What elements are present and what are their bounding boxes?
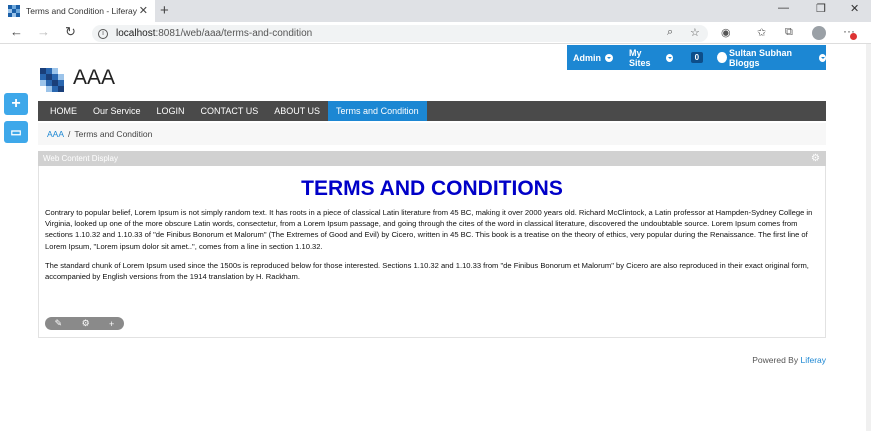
browser-tab-title: Terms and Condition - Liferay [26,6,138,16]
powered-by: Powered By Liferay [752,355,826,365]
gear-icon[interactable]: ⚙ [82,318,90,329]
url-path: :8081/web/aaa/terms-and-condition [155,28,313,39]
powered-by-label: Powered By [752,355,799,365]
favorites-icon[interactable]: ✩ [757,26,766,39]
monitor-icon[interactable]: ▭ [4,121,28,143]
nav-item-contact-us[interactable]: CONTACT US [193,101,267,121]
content-toolbar: ✎ ⚙ + [45,317,124,330]
web-content-display: TERMS AND CONDITIONS Contrary to popular… [38,166,826,338]
add-icon[interactable]: + [109,319,114,329]
site-logo[interactable] [40,68,64,92]
nav-item-terms-and-condition[interactable]: Terms and Condition [328,101,427,121]
content-paragraph: Contrary to popular belief, Lorem Ipsum … [45,208,813,251]
minimize-icon[interactable]: — [778,2,789,14]
nav-item-our-service[interactable]: Our Service [85,101,149,121]
profile-avatar[interactable] [812,26,826,40]
site-title: AAA [73,66,116,89]
portlet-header: Web Content Display ⚙ [38,151,826,166]
my-sites-label: My Sites [629,47,651,68]
browser-tab[interactable]: Terms and Condition - Liferay ✕ [0,0,155,22]
info-icon[interactable]: i [98,28,108,39]
notification-count-badge: 0 [690,52,704,63]
back-arrow-icon[interactable]: ← [10,24,23,39]
restore-icon[interactable]: ❐ [816,2,826,15]
close-icon[interactable]: ✕ [139,4,148,17]
user-dockbar: Admin My Sites 0 Sultan Subhan Bloggs [567,45,826,70]
window-close-icon[interactable]: ✕ [850,2,859,15]
page-scrollbar[interactable] [866,44,871,431]
page-heading: TERMS AND CONDITIONS [301,177,563,200]
user-menu[interactable]: Sultan Subhan Bloggs [717,48,826,68]
breadcrumb: AAA / Terms and Condition [38,123,826,145]
chevron-down-icon [665,53,673,62]
nav-item-login[interactable]: LOGIN [149,101,193,121]
url-host: localhost [116,28,156,39]
chevron-down-icon [605,53,613,62]
zoom-icon[interactable]: ⌕ [667,26,673,39]
nav-item-home[interactable]: HOME [38,101,85,121]
update-badge [850,33,857,40]
gear-icon[interactable]: ⚙ [811,153,820,164]
nav-item-about-us[interactable]: ABOUT US [266,101,328,121]
admin-menu-label: Admin [573,52,601,63]
portlet-title: Web Content Display [43,154,118,163]
collections-icon[interactable]: ⧉ [785,26,793,39]
extension-icon[interactable]: ◉ [721,26,731,39]
admin-menu[interactable]: Admin [573,53,613,63]
user-name: Sultan Subhan Bloggs [728,47,792,68]
content-paragraph: The standard chunk of Lorem Ipsum used s… [45,261,809,282]
plus-icon[interactable]: + [160,2,169,19]
user-avatar [717,52,727,63]
breadcrumb-root-link[interactable]: AAA [47,129,64,139]
notifications-button[interactable]: 0 [689,52,704,63]
liferay-favicon-icon [8,5,20,17]
address-bar: ← → ↻ i localhost:8081/web/aaa/terms-and… [0,22,871,44]
browser-tab-bar: Terms and Condition - Liferay ✕ + — ❐ ✕ [0,0,871,22]
breadcrumb-current: Terms and Condition [74,129,153,139]
reload-icon[interactable]: ↻ [65,24,76,40]
pencil-icon[interactable]: ✎ [55,318,63,329]
url-input[interactable]: i localhost:8081/web/aaa/terms-and-condi… [92,25,708,42]
breadcrumb-separator: / [68,129,71,139]
forward-arrow-icon[interactable]: → [37,24,50,39]
liferay-link[interactable]: Liferay [800,355,826,365]
chevron-down-icon [818,53,826,62]
my-sites-menu[interactable]: My Sites [629,48,673,68]
add-icon[interactable]: + [4,93,28,115]
star-icon[interactable]: ☆ [690,26,700,39]
main-navigation: HOME Our Service LOGIN CONTACT US ABOUT … [38,101,826,121]
